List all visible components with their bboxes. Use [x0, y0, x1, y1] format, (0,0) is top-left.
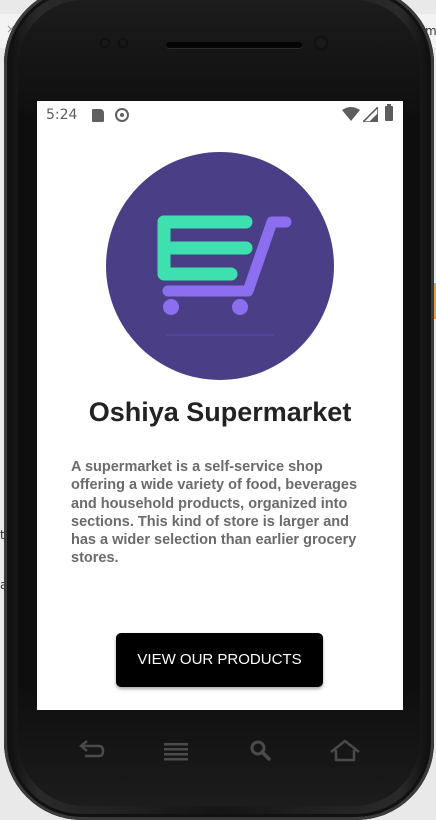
device-nav-bar	[37, 728, 403, 774]
shopping-cart-icon	[157, 215, 292, 336]
front-camera	[314, 36, 328, 50]
device-screen: 5:24 Oshiya Supermarket A supermarket is…	[37, 101, 403, 710]
back-icon[interactable]	[73, 736, 109, 766]
view-products-button[interactable]: VIEW OUR PRODUCTS	[116, 633, 323, 687]
search-icon[interactable]	[243, 736, 279, 766]
battery-icon	[385, 104, 393, 121]
home-icon[interactable]	[327, 736, 363, 766]
proximity-sensor	[100, 38, 110, 48]
status-time: 5:24	[46, 107, 78, 123]
status-bar: 5:24	[37, 101, 403, 129]
wifi-icon	[342, 107, 360, 121]
sync-icon	[115, 108, 129, 122]
shopping-cart-logo	[106, 152, 334, 380]
earpiece-speaker	[166, 42, 302, 48]
app-description: A supermarket is a self-service shop off…	[71, 459, 358, 567]
sd-card-icon	[92, 109, 104, 122]
signal-icon	[363, 107, 378, 122]
light-sensor	[118, 38, 128, 48]
app-title: Oshiya Supermarket	[88, 397, 352, 427]
menu-icon[interactable]	[158, 736, 194, 766]
